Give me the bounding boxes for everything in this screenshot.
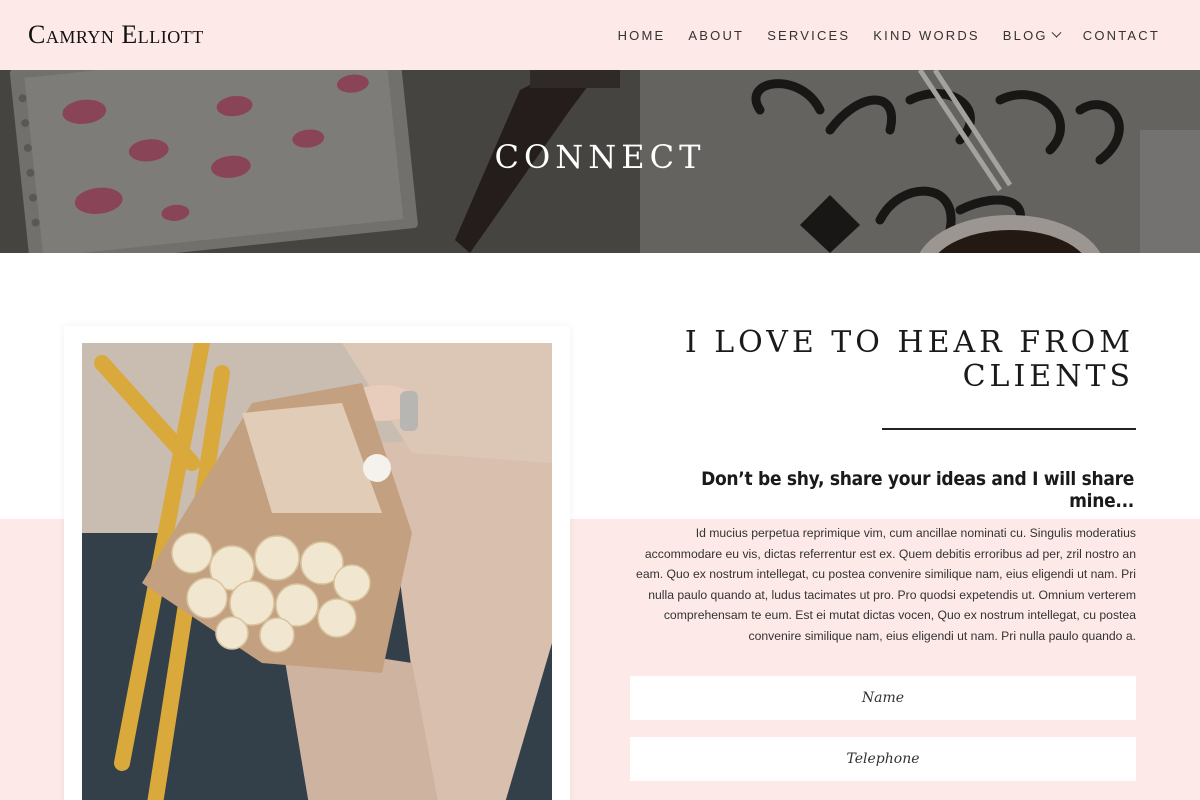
site-header: Camryn Elliott HOME ABOUT SERVICES KIND … <box>0 0 1200 70</box>
nav-item-services[interactable]: SERVICES <box>767 28 850 43</box>
nav-label: CONTACT <box>1082 27 1160 43</box>
woman-with-flower-bouquet-image <box>82 343 552 800</box>
main-nav: HOME ABOUT SERVICES KIND WORDS BLOG CONT… <box>595 27 1160 43</box>
photo-card <box>64 326 570 800</box>
nav-label: ABOUT <box>688 27 745 43</box>
nav-item-blog[interactable]: BLOG <box>1002 27 1062 43</box>
hero-title: CONNECT <box>494 138 706 176</box>
nav-item-about[interactable]: ABOUT <box>688 28 744 43</box>
site-logo[interactable]: Camryn Elliott <box>28 20 204 50</box>
contact-subheading: Don’t be shy, share your ideas and I wil… <box>701 468 1134 512</box>
contact-body-text: Id mucius perpetua reprimique vim, cum a… <box>636 526 1136 643</box>
nav-label: BLOG <box>1002 27 1048 43</box>
heading-divider <box>882 428 1136 430</box>
nav-label: HOME <box>617 27 666 43</box>
nav-item-home[interactable]: HOME <box>618 28 666 43</box>
telephone-field[interactable] <box>630 737 1136 781</box>
contact-heading: I LOVE TO HEAR FROM CLIENTS <box>664 326 1134 394</box>
heading-line-1: I LOVE TO HEAR FROM <box>684 325 1134 360</box>
hero-banner: CONNECT <box>0 70 1200 253</box>
nav-item-contact[interactable]: CONTACT <box>1083 28 1160 43</box>
heading-line-2: CLIENTS <box>962 359 1134 394</box>
nav-label: KIND WORDS <box>873 27 980 43</box>
nav-item-kind-words[interactable]: KIND WORDS <box>873 28 980 43</box>
chevron-down-icon <box>1051 27 1062 38</box>
name-field[interactable] <box>630 676 1136 720</box>
nav-label: SERVICES <box>767 27 851 43</box>
